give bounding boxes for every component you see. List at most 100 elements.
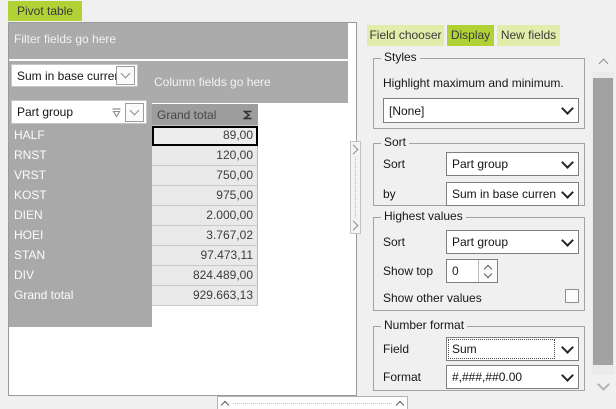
- chevron-down-icon: [560, 233, 574, 247]
- sort-by-label: by: [383, 187, 396, 201]
- combobox-dropdown-button[interactable]: [556, 340, 578, 354]
- filter-fields-dropzone[interactable]: Filter fields go here: [14, 32, 116, 46]
- combobox-dropdown-button[interactable]: [556, 233, 578, 247]
- value-cell[interactable]: 89,00: [152, 126, 258, 146]
- tab-pivot-table[interactable]: Pivot table: [8, 1, 83, 21]
- highest-sort-label: Sort: [383, 235, 406, 249]
- tab-new-fields[interactable]: New fields: [497, 25, 560, 46]
- highest-values-groupbox: Highest values Sort Part group Show top …: [373, 209, 585, 311]
- pivot-header-area: Filter fields go here Column fields go h…: [9, 23, 348, 103]
- row-label[interactable]: Grand total: [9, 285, 152, 305]
- tab-field-chooser[interactable]: Field chooser: [367, 25, 444, 46]
- combobox-value: Sum in base currency: [452, 187, 556, 201]
- combobox-dropdown-button[interactable]: [556, 368, 578, 382]
- chevron-up-icon: [220, 400, 230, 409]
- splitter-dots: [355, 157, 356, 218]
- sort-field-combobox[interactable]: Part group: [446, 152, 579, 176]
- value-column-header[interactable]: Grand total: [152, 104, 258, 125]
- sort-ascending-icon: [111, 107, 122, 118]
- styles-description: Highlight maximum and minimum.: [383, 76, 564, 90]
- scrollbar-track[interactable]: [592, 72, 614, 375]
- value-cell[interactable]: 2.000,00: [152, 206, 258, 226]
- row-header-column: HALF RNST VRST KOST DIEN HOEI STAN DIV Grand tot…: [9, 103, 152, 327]
- format-label: Format: [383, 370, 422, 384]
- value-cell[interactable]: 824.489,00: [152, 266, 258, 286]
- combobox-value: #,###,##0.00: [452, 370, 523, 384]
- highest-values-legend: Highest values: [381, 209, 466, 223]
- row-field-combobox[interactable]: Part group: [11, 100, 147, 124]
- scroll-up-button[interactable]: [592, 50, 614, 72]
- chevron-down-icon: [596, 377, 610, 391]
- value-cell[interactable]: 97.473,11: [152, 246, 258, 266]
- chevron-right-icon: [348, 144, 359, 155]
- row-label[interactable]: VRST: [9, 165, 152, 185]
- styles-groupbox: Styles Highlight maximum and minimum. [N…: [373, 50, 585, 129]
- spinner-value: 0: [452, 264, 459, 278]
- combobox-dropdown-button[interactable]: [556, 155, 578, 169]
- combobox-value: [None]: [389, 103, 425, 118]
- value-cell[interactable]: 929.663,13: [152, 286, 258, 306]
- combobox-value: Part group: [17, 105, 74, 119]
- splitter-dots: [233, 402, 392, 404]
- value-cell[interactable]: 3.767,02: [152, 226, 258, 246]
- chevron-down-icon: [560, 185, 574, 199]
- sort-label: Sort: [383, 157, 406, 171]
- measure-field-combobox[interactable]: Sum in base currency: [11, 64, 138, 87]
- highlight-style-combobox[interactable]: [None]: [383, 98, 579, 123]
- combobox-value: Sum: [447, 338, 556, 360]
- number-format-groupbox: Number format Field Sum Format #,###,##0…: [373, 318, 585, 391]
- value-cell[interactable]: 120,00: [152, 146, 258, 166]
- column-fields-dropzone[interactable]: Column fields go here: [154, 75, 271, 89]
- combobox-dropdown-button[interactable]: [116, 66, 135, 85]
- chevron-up-icon: [598, 58, 608, 68]
- combobox-value: Part group: [452, 235, 509, 249]
- show-other-values-label: Show other values: [383, 291, 482, 305]
- horizontal-splitter-bar[interactable]: [217, 396, 408, 409]
- tab-display[interactable]: Display: [447, 25, 494, 46]
- combobox-dropdown-button[interactable]: [556, 185, 578, 199]
- vertical-scrollbar[interactable]: [592, 50, 614, 397]
- combobox-dropdown-button[interactable]: [556, 102, 578, 115]
- chevron-down-icon: [560, 368, 574, 382]
- row-label[interactable]: HOEI: [9, 225, 152, 245]
- vertical-splitter[interactable]: [348, 141, 361, 234]
- value-cell[interactable]: 975,00: [152, 186, 258, 206]
- combobox-value: Part group: [452, 157, 509, 171]
- value-column: 89,00 120,00 750,00 975,00 2.000,00 3.767,02 9…: [152, 125, 258, 306]
- format-pattern-combobox[interactable]: #,###,##0.00: [446, 365, 579, 389]
- row-label[interactable]: DIEN: [9, 205, 152, 225]
- row-label[interactable]: STAN: [9, 245, 152, 265]
- styles-legend: Styles: [381, 50, 420, 64]
- pivot-grid-panel: Filter fields go here Column fields go h…: [8, 22, 357, 396]
- sort-by-combobox[interactable]: Sum in base currency: [446, 182, 579, 206]
- field-label: Field: [383, 342, 410, 356]
- show-top-label: Show top: [383, 264, 434, 278]
- header-separator: [9, 59, 348, 61]
- show-other-values-checkbox[interactable]: [565, 289, 579, 303]
- scroll-down-button[interactable]: [592, 375, 614, 397]
- value-column-header-label: Grand total: [157, 107, 217, 122]
- number-format-legend: Number format: [381, 318, 468, 332]
- highest-sort-combobox[interactable]: Part group: [446, 230, 579, 254]
- chevron-right-icon: [348, 220, 359, 231]
- chevron-down-icon: [560, 155, 574, 169]
- sort-groupbox: Sort Sort Part group by Sum in base curr…: [373, 135, 585, 206]
- combobox-dropdown-button[interactable]: [125, 102, 144, 122]
- show-top-spinner[interactable]: 0: [446, 259, 498, 283]
- format-field-combobox[interactable]: Sum: [446, 337, 579, 361]
- combobox-value: Sum in base currency: [17, 68, 116, 83]
- row-label[interactable]: DIV: [9, 265, 152, 285]
- row-label[interactable]: RNST: [9, 145, 152, 165]
- spinner-buttons[interactable]: [478, 260, 497, 282]
- summary-sigma-icon: [243, 110, 253, 120]
- chevron-down-icon: [560, 340, 574, 354]
- chevron-down-icon: [120, 68, 131, 79]
- scrollbar-thumb[interactable]: [593, 78, 613, 365]
- row-label[interactable]: KOST: [9, 185, 152, 205]
- row-label[interactable]: HALF: [9, 125, 152, 145]
- sort-legend: Sort: [381, 135, 410, 149]
- chevron-up-icon: [395, 400, 405, 409]
- pivot-table-window: Pivot table Filter fields go here Column…: [0, 0, 616, 409]
- value-cell[interactable]: 750,00: [152, 166, 258, 186]
- chevron-down-icon: [560, 102, 574, 115]
